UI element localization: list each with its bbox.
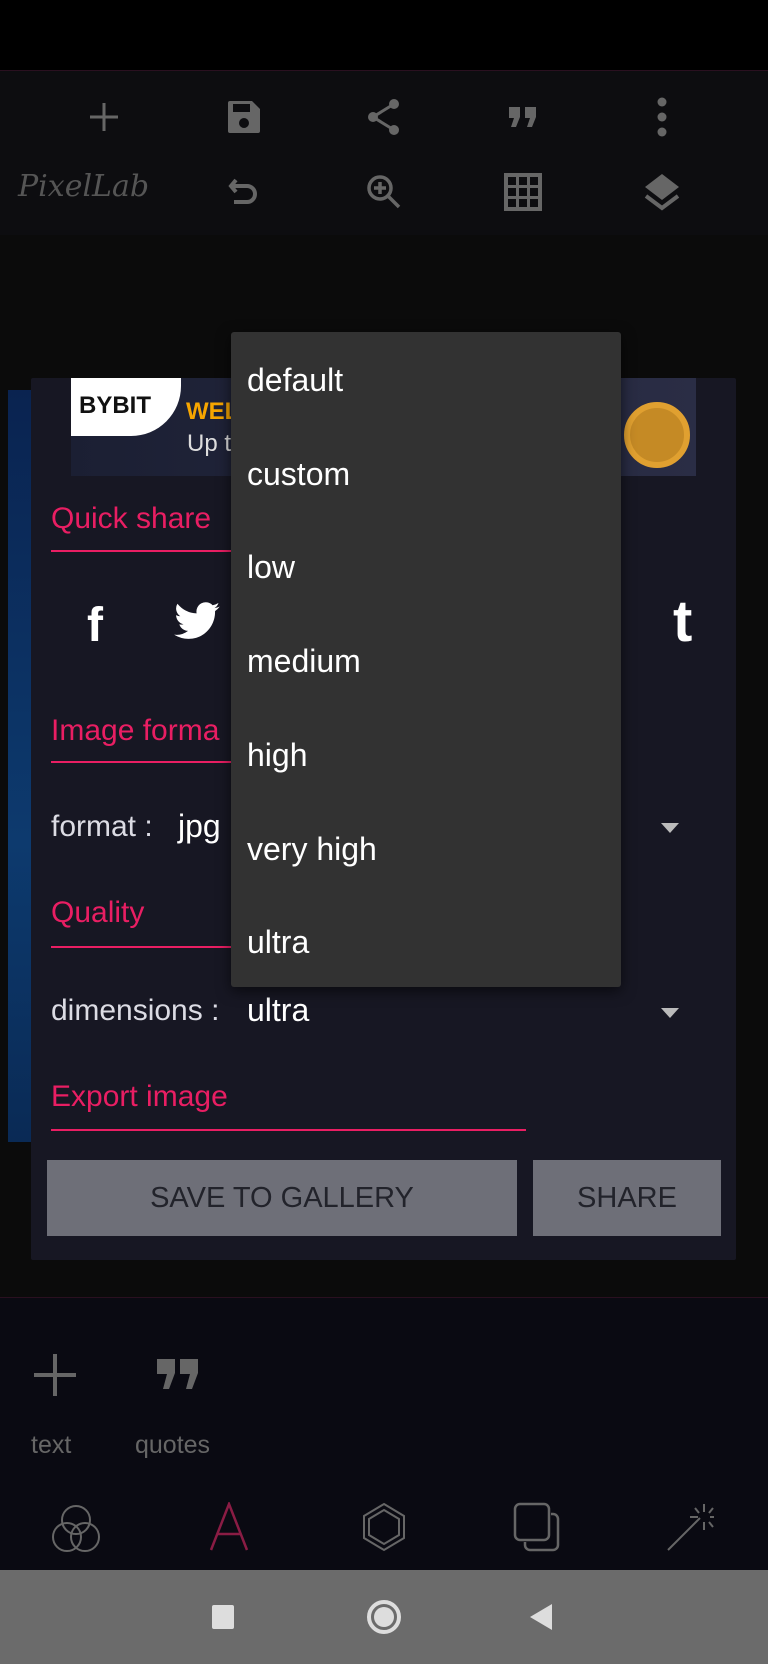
dropdown-arrow-icon[interactable]	[661, 1008, 679, 1018]
ad-brand: BYBIT	[71, 378, 181, 436]
blend-icon[interactable]	[52, 1504, 100, 1559]
shape-icon[interactable]	[362, 1502, 406, 1557]
quotes-icon[interactable]	[156, 1358, 200, 1395]
bottom-panel: text quotes	[0, 1297, 768, 1570]
save-icon[interactable]	[220, 93, 268, 141]
effects-icon[interactable]	[666, 1502, 714, 1557]
back-icon[interactable]	[530, 1604, 552, 1630]
share-button[interactable]: SHARE	[533, 1160, 721, 1236]
image-format-heading: Image forma	[51, 714, 220, 747]
layers-icon[interactable]	[638, 168, 686, 216]
share-icon[interactable]	[360, 93, 408, 141]
divider	[51, 550, 251, 552]
dimensions-label: dimensions :	[51, 994, 220, 1027]
facebook-icon[interactable]: f	[87, 598, 103, 653]
menu-item-ultra[interactable]: ultra	[247, 912, 607, 972]
coin-image	[624, 402, 690, 468]
copy-icon[interactable]	[513, 1502, 561, 1557]
quick-share-heading: Quick share	[51, 502, 212, 535]
ad-subtext: Up t	[187, 430, 232, 457]
format-label: format :	[51, 810, 153, 843]
divider	[51, 1129, 526, 1131]
top-toolbar: PixelLab	[0, 70, 768, 235]
quotes-tool-label[interactable]: quotes	[135, 1431, 210, 1460]
menu-item-default[interactable]: default	[247, 350, 607, 410]
menu-item-high[interactable]: high	[247, 725, 607, 785]
divider	[51, 761, 251, 763]
system-nav-bar	[0, 1570, 768, 1664]
grid-icon[interactable]	[499, 168, 547, 216]
pixellab-logo: PixelLab	[18, 169, 150, 204]
home-icon[interactable]	[367, 1600, 401, 1634]
divider	[51, 946, 251, 948]
save-to-gallery-button[interactable]: SAVE TO GALLERY	[47, 1160, 517, 1236]
export-heading: Export image	[51, 1080, 228, 1113]
menu-item-custom[interactable]: custom	[247, 444, 607, 504]
recents-icon[interactable]	[212, 1605, 234, 1629]
undo-icon[interactable]	[220, 168, 268, 216]
text-tool-label[interactable]: text	[31, 1431, 71, 1460]
twitter-icon[interactable]	[174, 602, 220, 645]
menu-item-medium[interactable]: medium	[247, 631, 607, 691]
quote-icon[interactable]	[499, 93, 547, 141]
zoom-in-icon[interactable]	[360, 168, 408, 216]
more-vert-icon[interactable]	[638, 93, 686, 141]
quality-heading: Quality	[51, 896, 145, 929]
dimensions-select[interactable]: ultra	[247, 992, 309, 1029]
plus-icon[interactable]	[80, 93, 128, 141]
menu-item-low[interactable]: low	[247, 537, 607, 597]
format-select[interactable]: jpg	[178, 808, 221, 845]
status-bar	[0, 0, 768, 70]
text-icon[interactable]	[209, 1500, 249, 1557]
add-text-icon[interactable]	[34, 1354, 76, 1401]
dropdown-arrow-icon[interactable]	[661, 823, 679, 833]
dimensions-dropdown-menu: default custom low medium high very high…	[231, 332, 621, 987]
tumblr-icon[interactable]: t	[673, 588, 692, 655]
menu-item-very-high[interactable]: very high	[247, 819, 607, 879]
